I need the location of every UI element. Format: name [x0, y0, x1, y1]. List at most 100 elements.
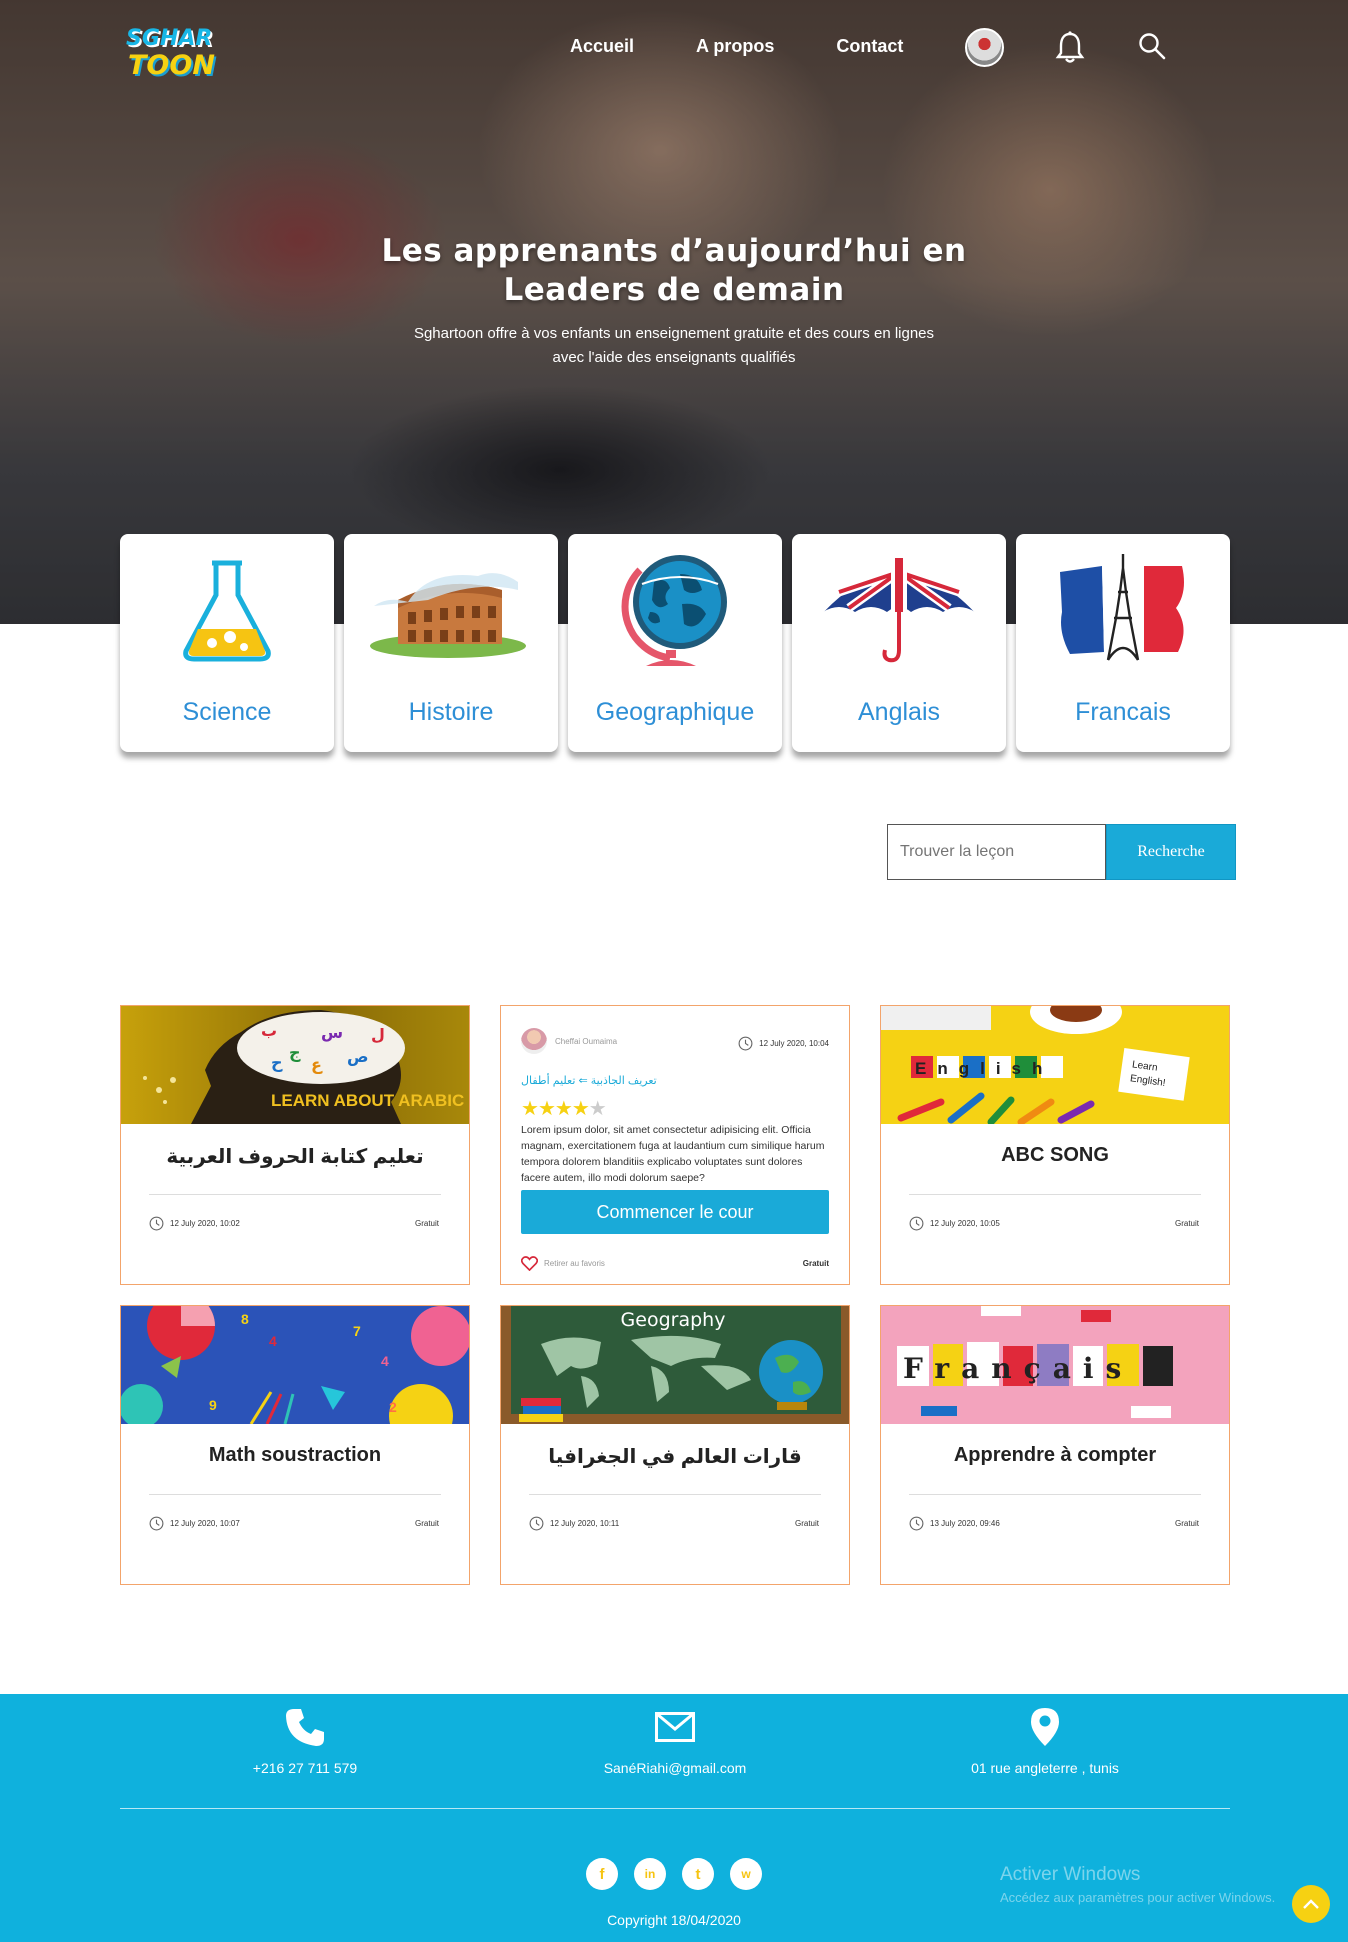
star-icon: ★	[571, 1098, 590, 1120]
clock-icon	[149, 1516, 164, 1531]
contact-address: 01 rue angleterre , tunis	[860, 1704, 1230, 1776]
start-course-button[interactable]: Commencer le cour	[521, 1190, 829, 1234]
search-icon[interactable]	[1138, 32, 1166, 65]
lesson-title: Math soustraction	[208, 1444, 382, 1466]
contact-info: +216 27 711 579 SanéRiahi@gmail.com 01 r…	[120, 1704, 1230, 1776]
twitter-icon[interactable]: t	[682, 1858, 714, 1890]
star-icon: ★	[554, 1098, 573, 1120]
lesson-search-input[interactable]	[887, 824, 1106, 880]
lesson-thumbnail-text: LEARN ABOUT ARABIC	[271, 1091, 464, 1110]
lesson-title: Apprendre à compter	[953, 1444, 1157, 1466]
user-avatar[interactable]	[965, 28, 1004, 67]
rating-stars: ★★★★★	[521, 1096, 607, 1121]
watermark-title: Activer Windows	[1000, 1864, 1141, 1885]
svg-text:4: 4	[269, 1333, 277, 1349]
lesson-meta: 12 July 2020, 10:11 Gratuit	[529, 1516, 819, 1531]
top-navbar: SGHAR TOON Accueil A propos Contact	[0, 0, 1348, 96]
website-icon[interactable]: w	[730, 1858, 762, 1890]
nav-link-a-propos[interactable]: A propos	[696, 36, 774, 57]
phone-number: +216 27 711 579	[252, 1760, 358, 1776]
linkedin-icon[interactable]: in	[634, 1858, 666, 1890]
lesson-price: Gratuit	[1174, 1519, 1199, 1528]
lesson-card[interactable]: بج سصل ع ح LEARN ABOUT ARABIC تعليم كتابة ا…	[120, 1005, 470, 1285]
sghartoon-logo[interactable]: SGHAR TOON	[122, 14, 228, 84]
logo-bottom-text: TOON	[128, 50, 215, 81]
lesson-card[interactable]: Français Apprendre à compter 13 July 202…	[880, 1305, 1230, 1585]
lesson-card-expanded: Cheffai Oumaima 12 July 2020, 10:04 تعري…	[500, 1005, 850, 1285]
lesson-card[interactable]: Geography قارات العالم في الجغرافيا 12 J…	[500, 1305, 850, 1585]
hero-content: Les apprenants d’aujourd’hui en Leaders …	[0, 232, 1348, 370]
lesson-price: Gratuit	[1174, 1219, 1199, 1228]
lesson-date: 12 July 2020, 10:05	[930, 1219, 1000, 1228]
lesson-date: 12 July 2020, 10:07	[170, 1519, 240, 1528]
category-card-anglais[interactable]: Anglais	[792, 534, 1006, 752]
phone-icon	[120, 1704, 490, 1750]
nav-link-contact[interactable]: Contact	[836, 36, 903, 57]
svg-text:9: 9	[209, 1397, 217, 1413]
logo-top-text: SGHAR	[126, 26, 213, 51]
svg-text:ع: ع	[311, 1057, 323, 1074]
postal-address: 01 rue angleterre , tunis	[971, 1760, 1119, 1776]
copyright: Copyright 18/04/2020	[607, 1912, 741, 1928]
category-label: Geographique	[595, 698, 755, 726]
lesson-thumbnail-text: Geography	[621, 1309, 726, 1331]
star-empty-icon: ★	[588, 1098, 607, 1120]
author-name: Cheffai Oumaima	[555, 1036, 618, 1046]
scroll-to-top-button[interactable]	[1292, 1885, 1330, 1923]
remove-favorite-label: Retirer au favoris	[544, 1259, 605, 1268]
lesson-price: Gratuit	[794, 1519, 819, 1528]
search-button[interactable]: Recherche	[1106, 824, 1236, 880]
lesson-thumbnail: Français	[881, 1306, 1229, 1424]
svg-text:ل: ل	[371, 1027, 385, 1044]
svg-text:ج: ج	[289, 1045, 301, 1062]
remove-favorite-link[interactable]: Retirer au favoris	[521, 1256, 605, 1271]
nav-link-accueil[interactable]: Accueil	[570, 36, 634, 57]
bell-icon[interactable]	[1055, 30, 1085, 69]
hero-title-line1: Les apprenants d’aujourd’hui en	[381, 233, 967, 269]
hero-subtitle-line1: Sghartoon offre à vos enfants un enseign…	[413, 325, 935, 342]
author-avatar	[521, 1028, 547, 1054]
flask-icon	[120, 550, 334, 670]
divider	[149, 1494, 441, 1495]
lesson-date-group: 12 July 2020, 10:05	[909, 1216, 1000, 1231]
footer: +216 27 711 579 SanéRiahi@gmail.com 01 r…	[0, 1694, 1348, 1942]
lesson-category[interactable]: تعريف الجاذبية ⇐ تعليم أطفال	[521, 1074, 657, 1087]
nav-links: Accueil A propos Contact	[570, 36, 903, 57]
lesson-card[interactable]: 8 4 7 4 9 2 Math soustraction 12 July 2020, 1…	[120, 1305, 470, 1585]
uk-umbrella-icon	[792, 550, 1006, 670]
svg-text:ب: ب	[261, 1023, 277, 1040]
svg-text:2: 2	[389, 1399, 397, 1415]
lesson-date-group: 12 July 2020, 10:11	[529, 1516, 619, 1531]
category-card-histoire[interactable]: Histoire	[344, 534, 558, 752]
clock-icon	[909, 1516, 924, 1531]
category-label: Histoire	[408, 698, 494, 726]
category-label: Anglais	[858, 698, 940, 726]
divider	[149, 1194, 441, 1195]
email-address[interactable]: SanéRiahi@gmail.com	[490, 1760, 860, 1776]
hero-title: Les apprenants d’aujourd’hui en Leaders …	[0, 232, 1348, 310]
lesson-title: ABC SONG	[1001, 1144, 1109, 1166]
lesson-card[interactable]: English Learn English! ABC SONG 12 July 2…	[880, 1005, 1230, 1285]
lesson-meta: 12 July 2020, 10:07 Gratuit	[149, 1516, 439, 1531]
svg-text:4: 4	[381, 1353, 389, 1369]
lesson-title: تعليم كتابة الحروف العربية	[166, 1146, 424, 1168]
category-card-geographique[interactable]: Geographique	[568, 534, 782, 752]
lesson-date: 12 July 2020, 10:02	[170, 1219, 240, 1228]
hero-subtitle-line2: avec l'aide des enseignants qualifiés	[552, 349, 796, 366]
lesson-description: Lorem ipsum dolor, sit amet consectetur …	[521, 1124, 825, 1184]
hero-subtitle: Sghartoon offre à vos enfants un enseign…	[0, 322, 1348, 370]
lesson-thumbnail-text: Français	[903, 1352, 1133, 1385]
lesson-date: 12 July 2020, 10:11	[550, 1519, 620, 1528]
facebook-icon[interactable]: f	[586, 1858, 618, 1890]
category-card-science[interactable]: Science	[120, 534, 334, 752]
svg-text:ص: ص	[347, 1049, 369, 1066]
lesson-thumbnail: Geography	[501, 1306, 849, 1424]
france-eiffel-icon	[1016, 550, 1230, 670]
category-card-francais[interactable]: Francais	[1016, 534, 1230, 752]
clock-icon	[738, 1036, 753, 1051]
svg-text:8: 8	[241, 1311, 249, 1327]
svg-text:7: 7	[353, 1323, 361, 1339]
lesson-author: Cheffai Oumaima	[521, 1028, 617, 1054]
lesson-thumbnail: 8 4 7 4 9 2	[121, 1306, 469, 1424]
envelope-icon	[490, 1704, 860, 1750]
